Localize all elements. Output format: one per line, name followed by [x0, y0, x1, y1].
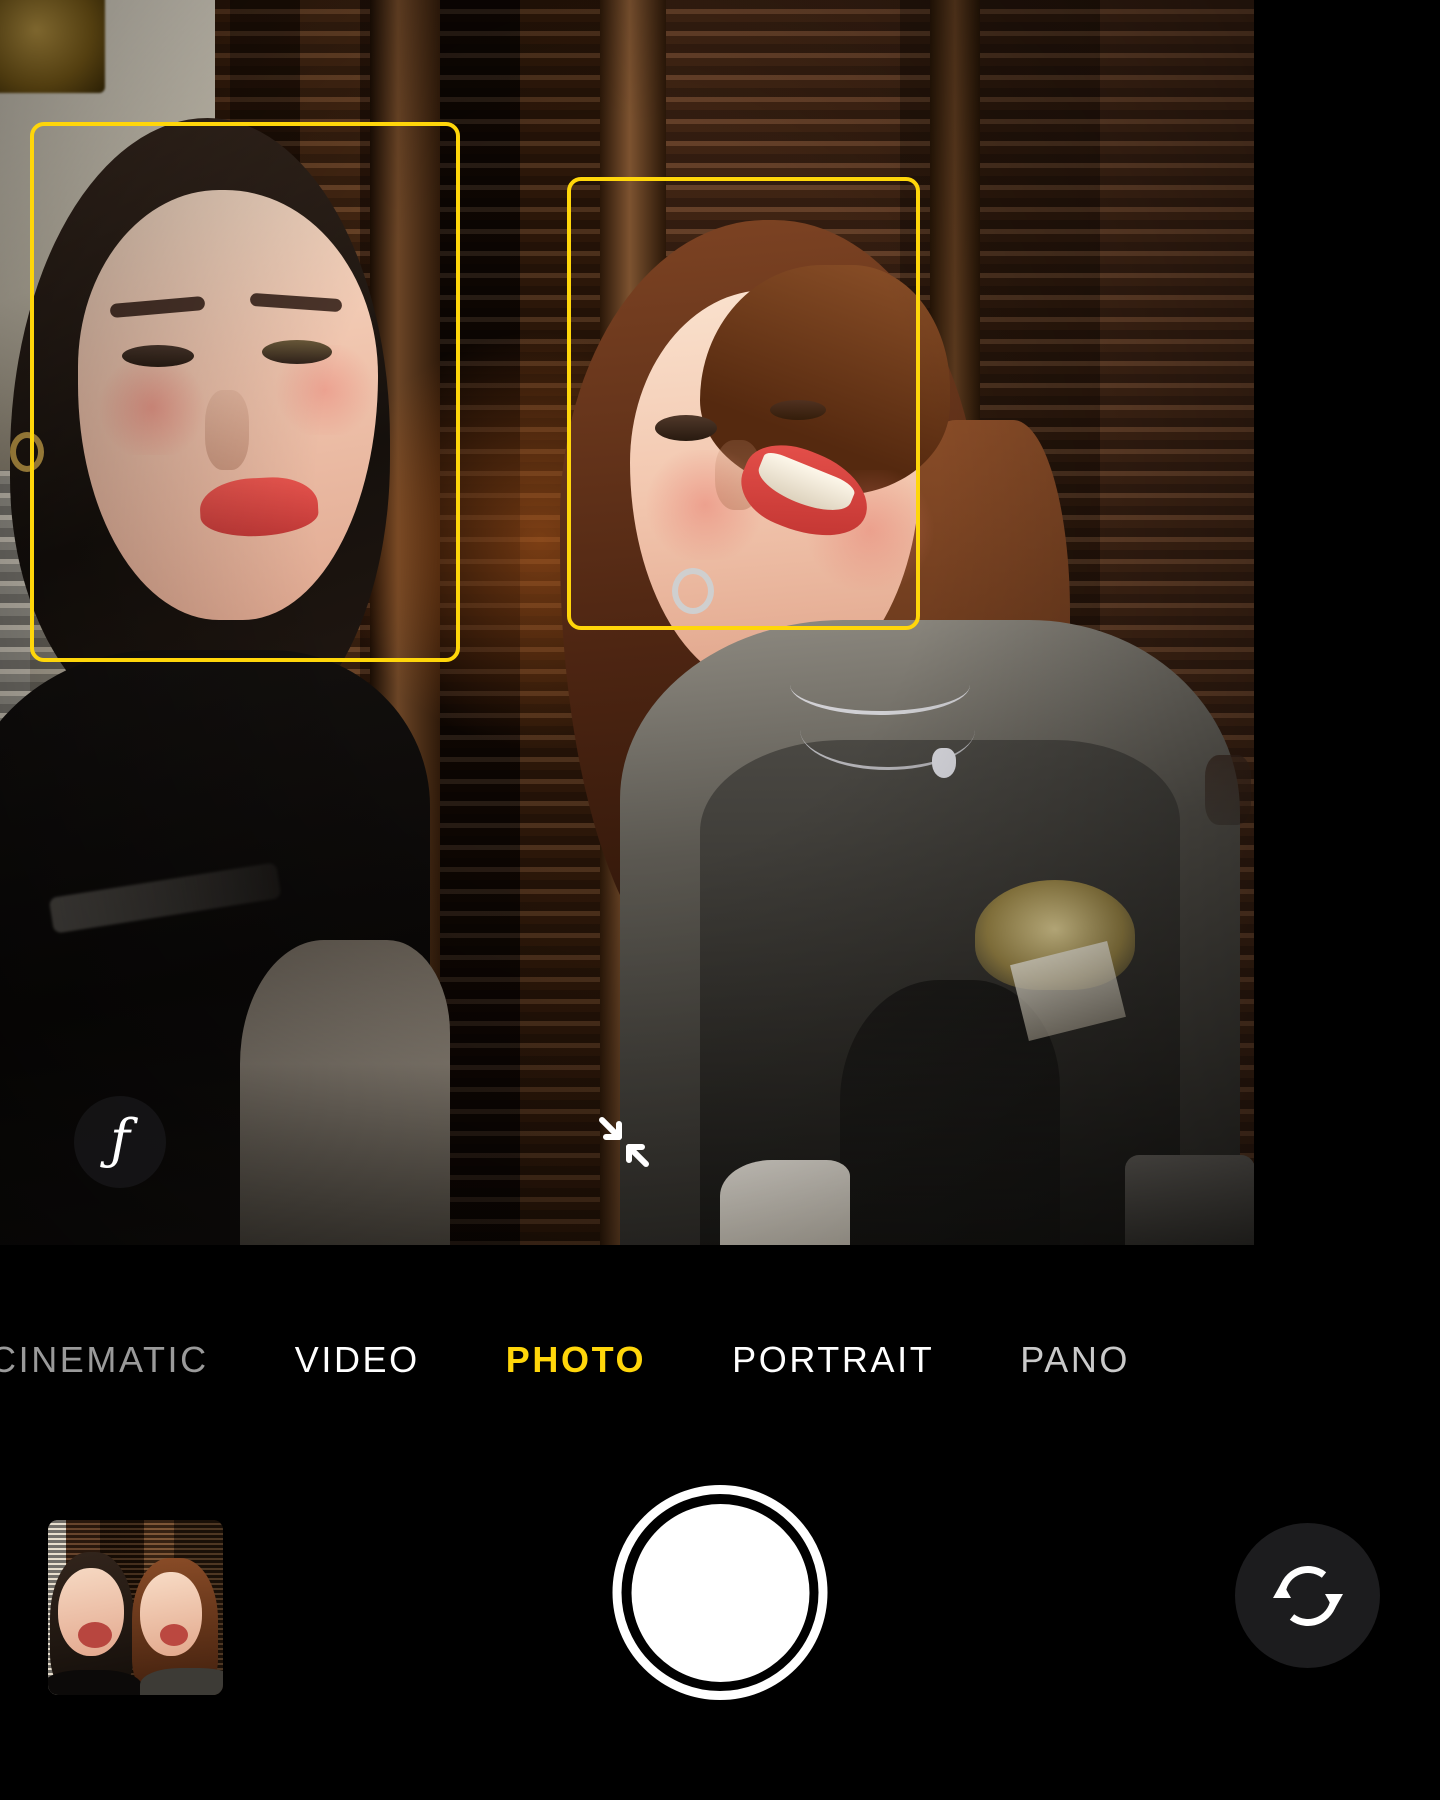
mode-video[interactable]: VIDEO: [295, 1339, 420, 1381]
mode-portrait[interactable]: PORTRAIT: [732, 1339, 934, 1381]
camera-controls-panel: CINEMATIC VIDEO PHOTO PORTRAIT PANO: [0, 1245, 1440, 1800]
shutter-button[interactable]: [612, 1485, 828, 1700]
mode-cinematic[interactable]: CINEMATIC: [0, 1339, 209, 1381]
thumb-subject-b-mouth: [160, 1624, 188, 1646]
mode-selector[interactable]: CINEMATIC VIDEO PHOTO PORTRAIT PANO: [0, 1305, 1440, 1415]
photo-library-thumbnail[interactable]: [48, 1520, 223, 1695]
aperture-f-icon: ƒ: [110, 1108, 130, 1171]
thumbnail-image: [48, 1520, 223, 1695]
camera-app-screen: ƒ CINEMATIC VIDEO PHOTO PORTRAIT PANO: [0, 0, 1440, 1800]
collapse-controls-button[interactable]: [578, 1096, 670, 1188]
face-detection-box-2: [567, 177, 920, 630]
thumb-subject-b-body: [140, 1668, 223, 1695]
mode-pano[interactable]: PANO: [1020, 1339, 1130, 1381]
shutter-inner-circle: [631, 1503, 809, 1682]
camera-preview[interactable]: ƒ: [0, 0, 1254, 1245]
aperture-button[interactable]: ƒ: [74, 1096, 166, 1188]
face-detection-box-1: [30, 122, 460, 662]
mode-photo[interactable]: PHOTO: [506, 1339, 646, 1381]
camera-flip-button[interactable]: [1235, 1523, 1380, 1668]
camera-flip-icon: [1272, 1565, 1343, 1626]
thumb-subject-a-mouth: [78, 1622, 112, 1648]
collapse-arrows-icon: [599, 1117, 649, 1167]
thumb-subject-a-body: [48, 1670, 142, 1695]
shutter-row: [0, 1435, 1440, 1800]
